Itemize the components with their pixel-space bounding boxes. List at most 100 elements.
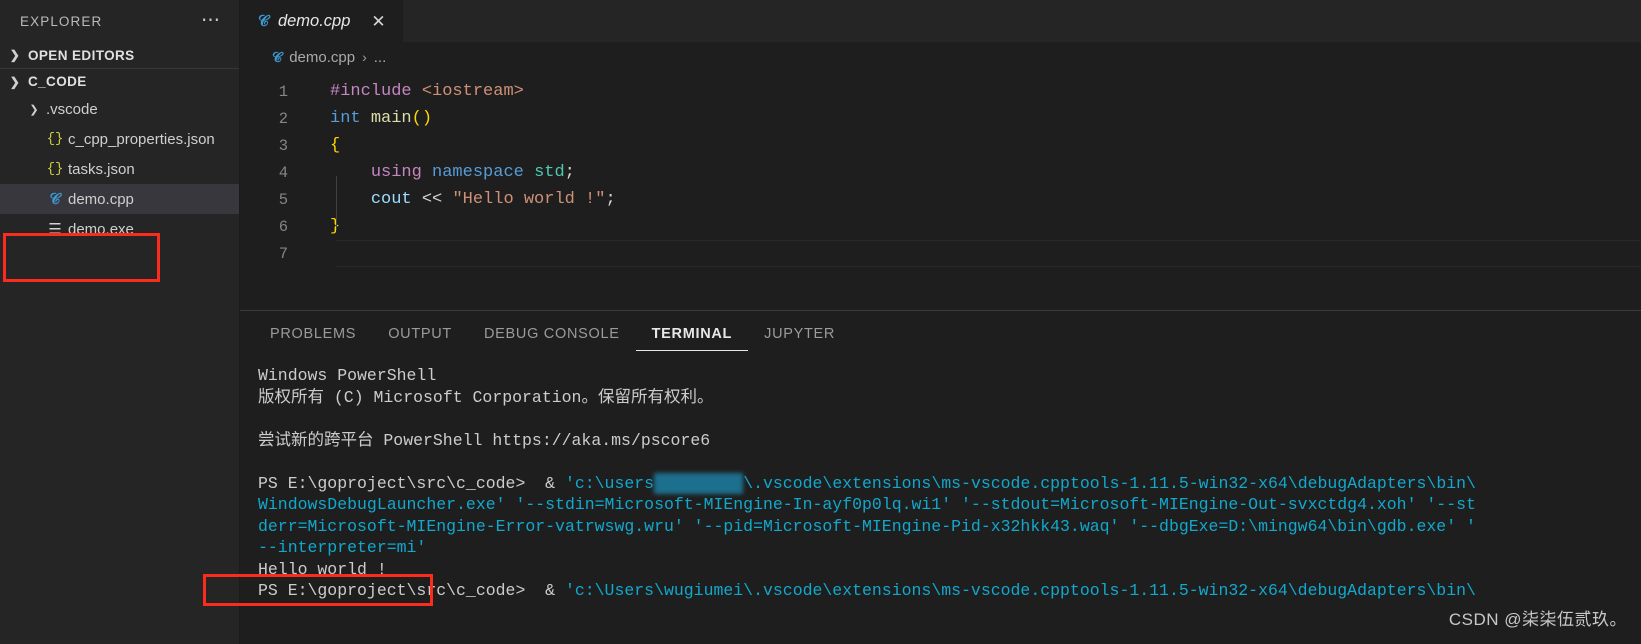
terminal-line: 版权所有 (C) Microsoft Corporation。保留所有权利。 xyxy=(248,387,1641,409)
terminal-span: PS E:\goproject\src\c_code> & xyxy=(258,473,565,493)
sidebar-section-c-code-label: C_CODE xyxy=(28,74,87,89)
editor-tab-bar: 𝒞 demo.cpp ✕ xyxy=(240,0,1641,42)
code-token: () xyxy=(411,109,433,128)
code-line: 5 cout << "Hello world !"; xyxy=(240,186,1641,213)
code-text: using namespace std; xyxy=(312,163,575,182)
tab-demo-cpp-label: demo.cpp xyxy=(277,12,351,30)
code-text: { xyxy=(312,136,340,155)
terminal-line: 尝试新的跨平台 PowerShell https://aka.ms/pscore… xyxy=(248,430,1641,452)
code-token: main xyxy=(370,109,412,128)
chevron-right-icon: › xyxy=(362,49,367,65)
code-line: 2 int main() xyxy=(240,105,1641,132)
line-number: 5 xyxy=(278,190,288,209)
vscode-window: EXPLORER ⋯ ❯ OPEN EDITORS ❯ C_CODE ❯ .vs… xyxy=(0,0,1641,644)
code-token: namespace xyxy=(432,163,535,182)
code-token: using xyxy=(370,163,433,182)
sidebar-item-c-cpp-properties-json-label: c_cpp_properties.json xyxy=(68,130,215,148)
code-token: int xyxy=(330,109,371,128)
code-text: int main() xyxy=(312,109,432,128)
sidebar-item-vscode-label: .vscode xyxy=(46,100,98,118)
tab-debug-console[interactable]: DEBUG CONSOLE xyxy=(468,315,636,351)
terminal-line: Windows PowerShell xyxy=(248,365,1641,387)
bottom-panel: PROBLEMS OUTPUT DEBUG CONSOLE TERMINAL J… xyxy=(240,310,1641,644)
line-number: 7 xyxy=(278,244,288,263)
tab-output[interactable]: OUTPUT xyxy=(372,315,468,351)
sidebar-item-demo-cpp-label: demo.cpp xyxy=(68,190,134,208)
code-token: #include xyxy=(330,82,422,101)
line-number: 1 xyxy=(278,82,288,101)
sidebar-item-vscode-folder[interactable]: ❯ .vscode xyxy=(0,94,239,124)
code-text: #include <iostream> xyxy=(312,82,524,101)
cpp-file-icon: 𝒞 xyxy=(272,48,283,65)
terminal-line: PS E:\goproject\src\c_code> & 'c:\Users\… xyxy=(248,580,1641,602)
terminal-span: \wugiumei xyxy=(654,472,744,494)
code-token: << xyxy=(421,190,453,209)
terminal-span: 'c:\users xyxy=(564,473,655,493)
code-token: cout xyxy=(370,190,422,209)
terminal-span: \.vscode\extensions\ms-vscode.cpptools-1… xyxy=(743,473,1476,493)
terminal-span: --interpreter=mi' xyxy=(258,538,427,557)
sidebar-item-tasks-json-label: tasks.json xyxy=(68,160,135,178)
sidebar-section-open-editors-label: OPEN EDITORS xyxy=(28,47,135,63)
line-number: 2 xyxy=(278,109,288,128)
editor-area: 𝒞 demo.cpp ✕ 𝒞 demo.cpp › ... 1 #include … xyxy=(240,0,1641,644)
code-text: cout << "Hello world !"; xyxy=(312,190,616,209)
tab-problems[interactable]: PROBLEMS xyxy=(254,315,372,351)
tab-jupyter[interactable]: JUPYTER xyxy=(748,315,851,351)
terminal-line: --interpreter=mi' xyxy=(248,537,1641,559)
ellipsis-icon[interactable]: ⋯ xyxy=(195,11,227,30)
terminal-span: 'c:\Users\wugiumei\.vscode\extensions\ms… xyxy=(564,581,1476,600)
breadcrumb: 𝒞 demo.cpp › ... xyxy=(240,42,1641,72)
sidebar-item-demo-cpp[interactable]: 𝒞 demo.cpp xyxy=(0,184,239,214)
explorer-header: EXPLORER ⋯ xyxy=(0,0,239,42)
terminal-line: derr=Microsoft-MIEngine-Error-vatrwswg.w… xyxy=(248,516,1641,538)
indent-guide xyxy=(336,176,337,230)
sidebar-item-demo-exe[interactable]: ☰ demo.exe xyxy=(0,214,239,244)
code-token: "Hello world !" xyxy=(452,190,606,209)
line-number: 6 xyxy=(278,217,288,236)
code-line: 1 #include <iostream> xyxy=(240,78,1641,105)
watermark: CSDN @柒柒伍贰玖。 xyxy=(1448,610,1627,629)
current-line-highlight xyxy=(336,240,1641,267)
code-token: ; xyxy=(605,190,616,209)
terminal-line: PS E:\goproject\src\c_code> & 'c:\users \… xyxy=(248,472,1641,494)
terminal-output[interactable]: Windows PowerShell 版权所有 (C) Microsoft Cor… xyxy=(240,355,1641,644)
tab-terminal[interactable]: TERMINAL xyxy=(635,315,749,351)
code-token: <iostream> xyxy=(421,82,524,101)
sidebar-section-open-editors[interactable]: ❯ OPEN EDITORS xyxy=(0,42,239,68)
code-line: 3{ xyxy=(240,132,1641,159)
code-token: std xyxy=(534,163,565,182)
breadcrumb-rest[interactable]: ... xyxy=(374,49,387,66)
json-icon: {} xyxy=(46,131,64,147)
chevron-right-icon: ❯ xyxy=(9,48,21,62)
code-line: 6} xyxy=(240,213,1641,240)
terminal-span: Windows PowerShell xyxy=(258,366,437,385)
json-icon: {} xyxy=(46,161,64,177)
chevron-down-icon: ❯ xyxy=(29,103,39,116)
panel-tab-bar: PROBLEMS OUTPUT DEBUG CONSOLE TERMINAL J… xyxy=(240,311,1641,355)
terminal-span: derr=Microsoft-MIEngine-Error-vatrwswg.w… xyxy=(258,516,1476,536)
code-editor[interactable]: 1 #include <iostream> 2 int main() 3{4 using… xyxy=(240,72,1641,310)
sidebar-item-demo-exe-label: demo.exe xyxy=(68,220,134,238)
sidebar-item-tasks-json[interactable]: {} tasks.json xyxy=(0,154,239,184)
code-token: ; xyxy=(564,163,575,182)
tab-demo-cpp[interactable]: 𝒞 demo.cpp ✕ xyxy=(240,0,403,42)
cpp-file-icon: 𝒞 xyxy=(258,13,269,30)
line-number: 4 xyxy=(278,163,288,182)
terminal-line: Hello world ! xyxy=(248,559,1641,581)
breadcrumb-file[interactable]: demo.cpp xyxy=(289,49,355,66)
explorer-sidebar: EXPLORER ⋯ ❯ OPEN EDITORS ❯ C_CODE ❯ .vs… xyxy=(0,0,240,644)
terminal-span: Hello world ! xyxy=(258,559,387,579)
sidebar-item-c-cpp-properties-json[interactable]: {} c_cpp_properties.json xyxy=(0,124,239,154)
sidebar-section-c-code[interactable]: ❯ C_CODE xyxy=(0,68,239,94)
terminal-span: 版权所有 (C) Microsoft Corporation。保留所有权利。 xyxy=(258,387,714,407)
explorer-title: EXPLORER xyxy=(20,13,103,29)
code-lines: 1 #include <iostream> 2 int main() 3{4 using… xyxy=(240,78,1641,267)
cpp-file-icon: 𝒞 xyxy=(49,190,61,208)
close-icon[interactable]: ✕ xyxy=(368,12,388,32)
code-line: 4 using namespace std; xyxy=(240,159,1641,186)
code-token: { xyxy=(330,136,341,155)
tab-bar-empty-space xyxy=(402,0,1641,42)
